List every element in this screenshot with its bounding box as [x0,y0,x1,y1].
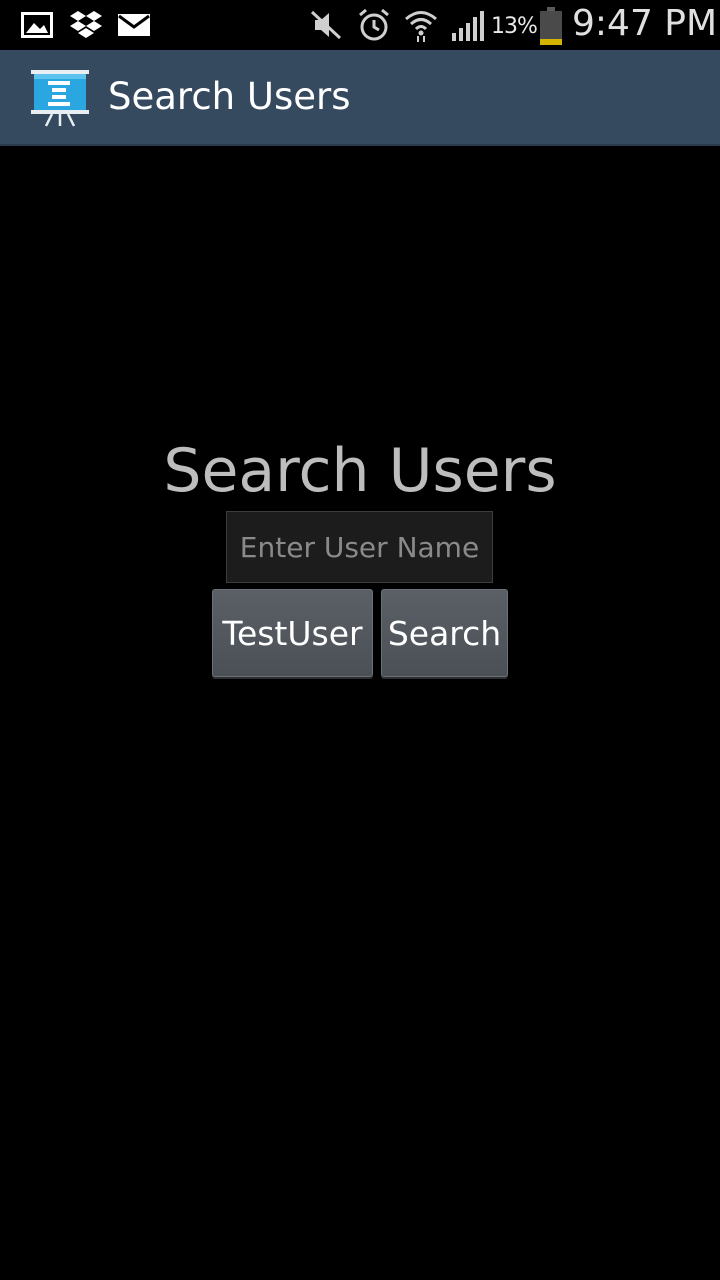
username-input[interactable] [226,511,493,583]
dropbox-icon [68,8,104,42]
search-button[interactable]: Search [381,589,508,677]
mail-icon [118,8,150,42]
status-clock: 9:47 PM [572,3,718,44]
signal-icon [450,8,488,42]
screen: 13% 9:47 PM Search Users Search Users En… [0,0,720,1280]
wifi-icon [402,8,440,42]
battery-percent: 13% [491,14,538,39]
mute-icon [308,8,344,42]
status-bar: 13% 9:47 PM [0,0,720,50]
action-bar: Search Users [0,50,720,146]
battery-icon [538,6,564,46]
presentation-board-icon[interactable] [30,68,90,128]
test-user-button[interactable]: TestUser [212,589,373,677]
page-heading: Search Users [163,436,557,506]
gallery-icon [20,8,54,42]
alarm-icon [356,8,392,42]
action-bar-title: Search Users [108,75,351,118]
